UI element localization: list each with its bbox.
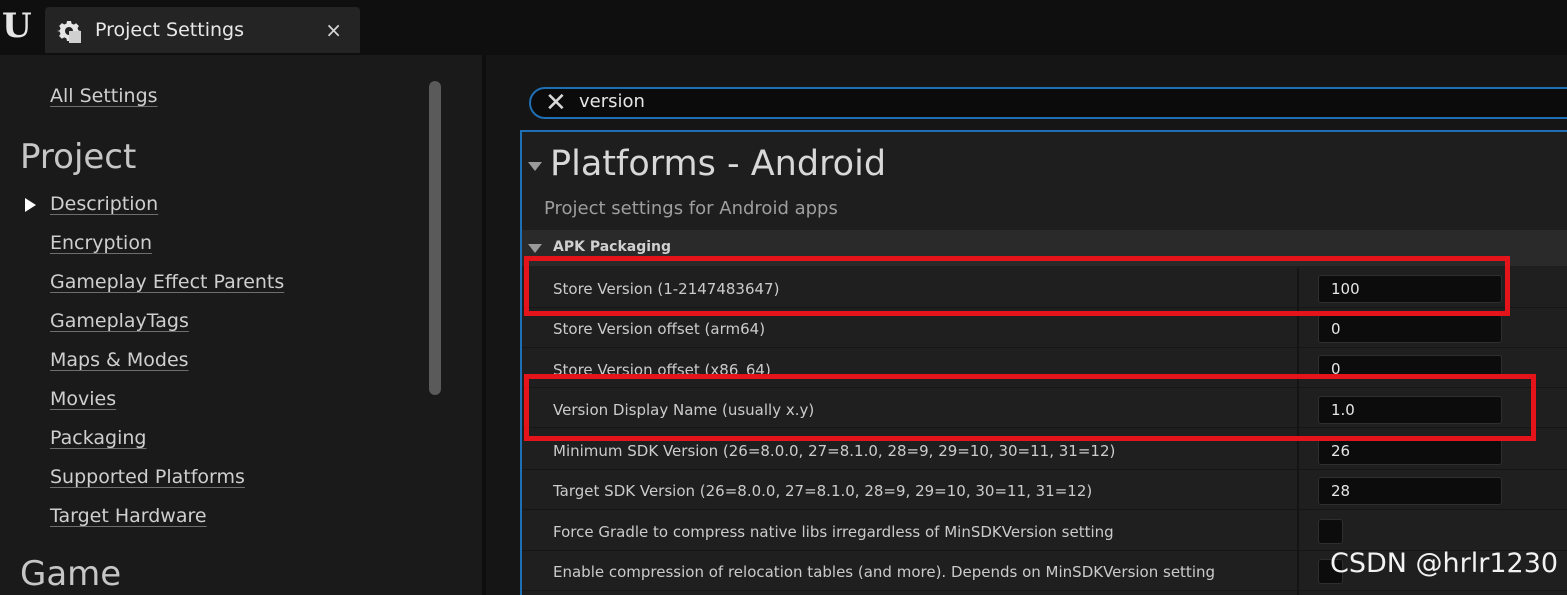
setting-label-target-sdk-version: Target SDK Version (26=8.0.0, 27=8.1.0, … <box>553 482 1093 500</box>
sidebar-heading-game: Game <box>20 554 122 594</box>
sidebar-item-description[interactable]: Description <box>50 193 158 215</box>
section-title: Platforms - Android <box>550 144 887 184</box>
sidebar-item-target-hardware[interactable]: Target Hardware <box>50 505 207 527</box>
sidebar-item-encryption[interactable]: Encryption <box>50 232 152 254</box>
settings-cog-icon <box>57 21 81 43</box>
sidebar-link-all-settings[interactable]: All Settings <box>50 85 158 107</box>
collapse-category-icon[interactable] <box>528 244 542 253</box>
minimum-sdk-version-field[interactable]: 26 <box>1318 437 1502 465</box>
setting-label-force-gradle-compress: Force Gradle to compress native libs irr… <box>553 523 1114 541</box>
expanded-arrow-icon <box>25 198 36 212</box>
setting-label-minimum-sdk-version: Minimum SDK Version (26=8.0.0, 27=8.1.0,… <box>553 442 1116 460</box>
tab-title: Project Settings <box>95 19 244 41</box>
category-label: APK Packaging <box>553 239 672 255</box>
sidebar-item-gameplay-effect-parents[interactable]: Gameplay Effect Parents <box>50 271 284 293</box>
search-input-value[interactable]: version <box>579 91 645 112</box>
force-gradle-compress-checkbox[interactable] <box>1318 519 1343 544</box>
close-tab-icon[interactable]: × <box>325 18 342 42</box>
unreal-engine-logo-icon[interactable]: U <box>2 6 40 46</box>
section-description: Project settings for Android apps <box>544 198 838 219</box>
title-bar: U Project Settings × <box>0 0 1567 55</box>
sidebar-heading-project: Project <box>20 137 137 177</box>
search-input[interactable] <box>529 87 1567 119</box>
sidebar-item-packaging[interactable]: Packaging <box>50 427 146 449</box>
setting-label-store-version-offset-arm64: Store Version offset (arm64) <box>553 320 766 338</box>
store-version-offset-arm64-field[interactable]: 0 <box>1318 315 1502 343</box>
sidebar-item-supported-platforms[interactable]: Supported Platforms <box>50 466 245 488</box>
sidebar-item-gameplaytags[interactable]: GameplayTags <box>50 310 189 332</box>
collapse-section-icon[interactable] <box>528 162 542 171</box>
sidebar-item-maps-modes[interactable]: Maps & Modes <box>50 349 189 371</box>
sidebar-scrollbar[interactable] <box>429 81 441 395</box>
target-sdk-version-field[interactable]: 28 <box>1318 477 1502 505</box>
setting-label-enable-relocation-compression: Enable compression of relocation tables … <box>553 563 1216 581</box>
highlight-box-version-display-name <box>524 374 1536 441</box>
sidebar-item-movies[interactable]: Movies <box>50 388 116 410</box>
tab-project-settings[interactable]: Project Settings × <box>45 7 360 53</box>
watermark: CSDN @hrlr1230 <box>1330 548 1559 579</box>
highlight-box-store-version <box>524 256 1510 316</box>
project-settings-window: U Project Settings × All Settings Projec… <box>0 0 1567 595</box>
clear-x-icon[interactable]: ✕ <box>545 90 567 116</box>
